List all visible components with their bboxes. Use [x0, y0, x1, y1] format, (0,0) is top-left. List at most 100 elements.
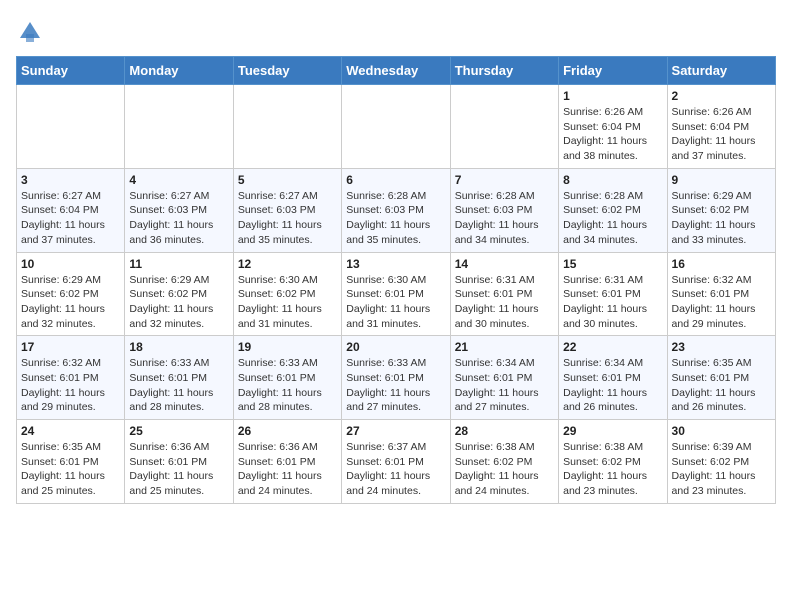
calendar-cell: 27Sunrise: 6:37 AMSunset: 6:01 PMDayligh…: [342, 420, 450, 504]
cell-info: Sunrise: 6:32 AM: [21, 356, 120, 371]
cell-info: Sunset: 6:02 PM: [21, 287, 120, 302]
calendar-cell: 16Sunrise: 6:32 AMSunset: 6:01 PMDayligh…: [667, 252, 775, 336]
cell-info: Daylight: 11 hours and 26 minutes.: [563, 386, 662, 415]
day-number: 20: [346, 340, 445, 354]
calendar-cell: 13Sunrise: 6:30 AMSunset: 6:01 PMDayligh…: [342, 252, 450, 336]
cell-info: Sunset: 6:02 PM: [672, 455, 771, 470]
cell-info: Daylight: 11 hours and 32 minutes.: [21, 302, 120, 331]
cell-info: Sunrise: 6:30 AM: [238, 273, 337, 288]
calendar-cell: 23Sunrise: 6:35 AMSunset: 6:01 PMDayligh…: [667, 336, 775, 420]
day-number: 10: [21, 257, 120, 271]
cell-info: Sunset: 6:01 PM: [455, 371, 554, 386]
day-number: 18: [129, 340, 228, 354]
cell-info: Sunrise: 6:29 AM: [672, 189, 771, 204]
weekday-header-row: SundayMondayTuesdayWednesdayThursdayFrid…: [17, 57, 776, 85]
cell-info: Sunset: 6:01 PM: [129, 371, 228, 386]
cell-info: Daylight: 11 hours and 23 minutes.: [672, 469, 771, 498]
calendar-cell: 26Sunrise: 6:36 AMSunset: 6:01 PMDayligh…: [233, 420, 341, 504]
cell-info: Sunset: 6:02 PM: [455, 455, 554, 470]
cell-info: Sunset: 6:03 PM: [129, 203, 228, 218]
calendar-cell: [342, 85, 450, 169]
calendar-cell: 15Sunrise: 6:31 AMSunset: 6:01 PMDayligh…: [559, 252, 667, 336]
cell-info: Sunrise: 6:35 AM: [21, 440, 120, 455]
cell-info: Daylight: 11 hours and 34 minutes.: [563, 218, 662, 247]
calendar-cell: 12 Sunrise: 6:30 AMSunset: 6:02 PMDayligh…: [233, 252, 341, 336]
calendar-cell: 21Sunrise: 6:34 AMSunset: 6:01 PMDayligh…: [450, 336, 558, 420]
cell-info: Daylight: 11 hours and 35 minutes.: [346, 218, 445, 247]
cell-info: Sunset: 6:04 PM: [563, 120, 662, 135]
cell-info: Sunrise: 6:32 AM: [672, 273, 771, 288]
day-number: 13: [346, 257, 445, 271]
day-number: 1: [563, 89, 662, 103]
cell-info: Sunrise: 6:33 AM: [129, 356, 228, 371]
day-number: 30: [672, 424, 771, 438]
cell-info: Sunrise: 6:26 AM: [672, 105, 771, 120]
calendar-cell: 8Sunrise: 6:28 AMSunset: 6:02 PMDaylight…: [559, 168, 667, 252]
cell-info: Daylight: 11 hours and 31 minutes.: [346, 302, 445, 331]
calendar-cell: 19Sunrise: 6:33 AMSunset: 6:01 PMDayligh…: [233, 336, 341, 420]
cell-info: Daylight: 11 hours and 25 minutes.: [129, 469, 228, 498]
cell-info: Daylight: 11 hours and 24 minutes.: [238, 469, 337, 498]
cell-info: Daylight: 11 hours and 31 minutes.: [238, 302, 337, 331]
calendar-cell: 10 Sunrise: 6:29 AMSunset: 6:02 PMDayligh…: [17, 252, 125, 336]
day-number: 26: [238, 424, 337, 438]
day-number: 12: [238, 257, 337, 271]
cell-info: Sunset: 6:04 PM: [21, 203, 120, 218]
cell-info: Daylight: 11 hours and 36 minutes.: [129, 218, 228, 247]
cell-info: Sunrise: 6:28 AM: [563, 189, 662, 204]
calendar-table: SundayMondayTuesdayWednesdayThursdayFrid…: [16, 56, 776, 504]
cell-info: Sunrise: 6:34 AM: [455, 356, 554, 371]
cell-info: Sunrise: 6:31 AM: [455, 273, 554, 288]
cell-info: Sunrise: 6:39 AM: [672, 440, 771, 455]
cell-info: Sunrise: 6:29 AM: [21, 273, 120, 288]
day-number: 9: [672, 173, 771, 187]
cell-info: Sunrise: 6:36 AM: [129, 440, 228, 455]
cell-info: Daylight: 11 hours and 27 minutes.: [346, 386, 445, 415]
calendar-cell: 20 Sunrise: 6:33 AMSunset: 6:01 PMDayligh…: [342, 336, 450, 420]
cell-info: Daylight: 11 hours and 37 minutes.: [21, 218, 120, 247]
cell-info: Daylight: 11 hours and 32 minutes.: [129, 302, 228, 331]
cell-info: Daylight: 11 hours and 33 minutes.: [672, 218, 771, 247]
cell-info: Daylight: 11 hours and 25 minutes.: [21, 469, 120, 498]
calendar-cell: 14 Sunrise: 6:31 AMSunset: 6:01 PMDayligh…: [450, 252, 558, 336]
calendar-cell: 30 Sunrise: 6:39 AMSunset: 6:02 PMDayligh…: [667, 420, 775, 504]
cell-info: Daylight: 11 hours and 30 minutes.: [563, 302, 662, 331]
calendar-week-3: 10Sunrise: 6:29 AMSunset: 6:02 PMDayligh…: [17, 252, 776, 336]
logo: [16, 16, 48, 46]
cell-info: Sunset: 6:03 PM: [238, 203, 337, 218]
cell-info: Sunset: 6:03 PM: [346, 203, 445, 218]
cell-info: Daylight: 11 hours and 30 minutes.: [455, 302, 554, 331]
cell-info: Sunrise: 6:35 AM: [672, 356, 771, 371]
cell-info: Sunrise: 6:33 AM: [346, 356, 445, 371]
cell-info: Sunset: 6:01 PM: [346, 371, 445, 386]
cell-info: Sunrise: 6:27 AM: [21, 189, 120, 204]
cell-info: Daylight: 11 hours and 37 minutes.: [672, 134, 771, 163]
cell-info: Sunset: 6:03 PM: [455, 203, 554, 218]
cell-info: Daylight: 11 hours and 35 minutes.: [238, 218, 337, 247]
day-number: 19: [238, 340, 337, 354]
day-number: 25: [129, 424, 228, 438]
calendar-cell: 29Sunrise: 6:38 AMSunset: 6:02 PMDayligh…: [559, 420, 667, 504]
day-number: 11: [129, 257, 228, 271]
cell-info: Sunset: 6:02 PM: [129, 287, 228, 302]
cell-info: Sunset: 6:01 PM: [563, 371, 662, 386]
cell-info: Sunset: 6:01 PM: [455, 287, 554, 302]
cell-info: Sunset: 6:01 PM: [238, 455, 337, 470]
cell-info: Sunset: 6:02 PM: [563, 203, 662, 218]
calendar-week-5: 24Sunrise: 6:35 AMSunset: 6:01 PMDayligh…: [17, 420, 776, 504]
day-number: 7: [455, 173, 554, 187]
day-number: 2: [672, 89, 771, 103]
cell-info: Sunrise: 6:29 AM: [129, 273, 228, 288]
cell-info: Sunrise: 6:31 AM: [563, 273, 662, 288]
calendar-cell: [450, 85, 558, 169]
cell-info: Sunrise: 6:27 AM: [238, 189, 337, 204]
cell-info: Sunset: 6:02 PM: [238, 287, 337, 302]
cell-info: Sunrise: 6:38 AM: [455, 440, 554, 455]
day-number: 14: [455, 257, 554, 271]
cell-info: Sunset: 6:01 PM: [672, 371, 771, 386]
day-number: 3: [21, 173, 120, 187]
calendar-cell: 9Sunrise: 6:29 AMSunset: 6:02 PMDaylight…: [667, 168, 775, 252]
calendar-cell: [233, 85, 341, 169]
calendar-cell: 22Sunrise: 6:34 AMSunset: 6:01 PMDayligh…: [559, 336, 667, 420]
cell-info: Daylight: 11 hours and 29 minutes.: [672, 302, 771, 331]
